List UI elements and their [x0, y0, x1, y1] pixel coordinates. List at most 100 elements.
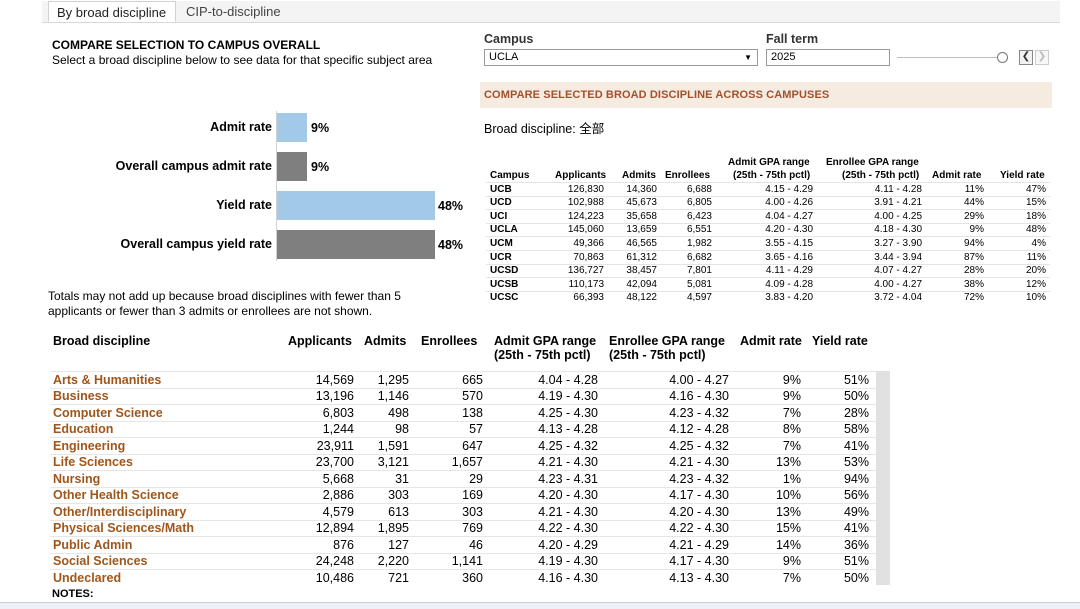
discipline-name-link[interactable]: Nursing — [53, 472, 100, 486]
table-cell: 13% — [775, 455, 801, 469]
table-cell: 4.17 - 4.30 — [669, 488, 729, 502]
table-cell: 4.21 - 4.30 — [538, 504, 598, 519]
notes-label: NOTES: — [52, 588, 94, 600]
discipline-name-link[interactable]: Business — [53, 389, 109, 403]
table-cell: 10% — [775, 488, 801, 502]
table-cell: 136,727 — [567, 265, 604, 277]
table-cell: 49,366 — [573, 237, 604, 249]
campus-name-cell: UCB — [490, 183, 512, 195]
table-scrollbar[interactable] — [876, 371, 890, 585]
table-cell: 38,457 — [626, 265, 657, 277]
table-cell: 36% — [843, 537, 869, 552]
table-cell: 72% — [963, 292, 984, 304]
table-cell: 49% — [843, 504, 869, 519]
table-cell: 4.22 - 4.30 — [669, 521, 729, 535]
table-cell: 50% — [843, 570, 869, 585]
table-cell: 4.22 - 4.30 — [538, 521, 598, 535]
table-cell: 6,803 — [322, 405, 354, 420]
table-row[interactable]: Arts & Humanities 14,569 1,295 665 4.04 - 4.… — [50, 371, 876, 389]
table-cell: 48% — [1025, 224, 1046, 236]
table-row[interactable]: UCSC 66,393 48,122 4,597 3.83 - 4.20 3.72 - 4… — [486, 290, 1050, 306]
col-header-campus: Campus — [490, 170, 530, 181]
campus-select-value: UCLA — [489, 51, 519, 63]
discipline-name-link[interactable]: Undeclared — [53, 571, 121, 585]
table-row[interactable]: Business 13,196 1,146 570 4.19 - 4.30 4.16 - … — [50, 387, 876, 406]
discipline-name-link[interactable]: Physical Sciences/Math — [53, 521, 194, 535]
table-row[interactable]: Public Admin 876 127 46 4.20 - 4.29 4.21 - 4.… — [50, 536, 876, 554]
table-row[interactable]: UCI 124,223 35,658 6,423 4.04 - 4.27 4.00 - 4… — [486, 209, 1050, 224]
table-cell: 44% — [963, 197, 984, 209]
col-header-yield-rate: Yield rate — [812, 334, 868, 348]
term-slider-track[interactable] — [897, 57, 1001, 58]
discipline-name-link[interactable]: Education — [53, 422, 113, 436]
table-cell: 665 — [462, 372, 483, 387]
tab-by-broad-discipline[interactable]: By broad discipline — [48, 1, 176, 22]
table-row[interactable]: Other Health Science 2,886 303 169 4.20 - 4.… — [50, 486, 876, 505]
discipline-name-link[interactable]: Life Sciences — [53, 455, 133, 469]
discipline-name-link[interactable]: Other/Interdisciplinary — [53, 505, 186, 519]
discipline-name-link[interactable]: Social Sciences — [53, 554, 148, 568]
table-row[interactable]: Undeclared 10,486 721 360 4.16 - 4.30 4.13 - … — [50, 569, 876, 587]
broad-discipline-selection: Broad discipline: 全部 — [484, 122, 605, 136]
table-cell: 126,830 — [567, 183, 604, 195]
tab-cip-to-discipline[interactable]: CIP-to-discipline — [178, 1, 294, 22]
table-row[interactable]: Engineering 23,911 1,591 647 4.25 - 4.32 4.25… — [50, 437, 876, 455]
table-cell: 4.25 - 4.32 — [538, 438, 598, 453]
discipline-name-link[interactable]: Computer Science — [53, 406, 163, 420]
discipline-name-link[interactable]: Engineering — [53, 439, 125, 453]
table-row[interactable]: Nursing 5,668 31 29 4.23 - 4.31 4.23 - 4.32 1%… — [50, 470, 876, 488]
compare-title: COMPARE SELECTION TO CAMPUS OVERALL — [52, 38, 321, 52]
table-row[interactable]: UCSB 110,173 42,094 5,081 4.09 - 4.28 4.00 - … — [486, 277, 1050, 292]
previous-term-icon[interactable]: ❮ — [1019, 50, 1033, 65]
table-cell: 56% — [843, 488, 869, 502]
table-row[interactable]: UCD 102,988 45,673 6,805 4.00 - 4.26 3.91 - 4… — [486, 195, 1050, 211]
table-row[interactable]: Life Sciences 23,700 3,121 1,657 4.21 - 4.30… — [50, 453, 876, 472]
table-cell: 51% — [843, 372, 869, 387]
table-cell: 4.04 - 4.27 — [765, 210, 813, 222]
col-header-enrollee-gpa: Enrollee GPA range — [826, 157, 919, 168]
table-row[interactable]: UCSD 136,727 38,457 7,801 4.11 - 4.29 4.07 - … — [486, 263, 1050, 279]
table-cell: 4.00 - 4.27 — [874, 278, 922, 290]
table-row[interactable]: Physical Sciences/Math 12,894 1,895 769 4.22… — [50, 519, 876, 538]
bar[interactable] — [277, 113, 307, 142]
table-row[interactable]: Social Sciences 24,248 2,220 1,141 4.19 - 4.… — [50, 552, 876, 571]
table-cell: 11% — [964, 183, 984, 195]
fall-term-label: Fall term — [766, 32, 819, 46]
table-cell: 4.11 - 4.29 — [765, 265, 813, 277]
table-row[interactable]: UCLA 145,060 13,659 6,551 4.20 - 4.30 4.18 - … — [486, 222, 1050, 238]
discipline-name-link[interactable]: Other Health Science — [53, 488, 179, 502]
table-cell: 70,863 — [573, 251, 604, 263]
table-row[interactable]: Computer Science 6,803 498 138 4.25 - 4.30 4.… — [50, 404, 876, 422]
bar-value-label: 9% — [311, 160, 330, 174]
bar[interactable] — [277, 191, 435, 220]
campus-select[interactable]: UCLA ▼ — [484, 49, 758, 66]
table-cell: 4.00 - 4.25 — [874, 210, 922, 222]
col-header-broad-discipline: Broad discipline — [53, 334, 151, 348]
bar-value-label: 48% — [438, 199, 464, 213]
col-header-admit-rate: Admit rate — [932, 170, 982, 181]
table-row[interactable]: UCR 70,863 61,312 6,682 3.65 - 4.16 3.44 - 3.… — [486, 250, 1050, 265]
next-term-icon[interactable]: ❯ — [1035, 50, 1049, 65]
table-cell: 10% — [1025, 292, 1046, 304]
table-cell: 94% — [843, 471, 869, 486]
table-cell: 6,805 — [686, 197, 712, 209]
table-row[interactable]: UCM 49,366 46,565 1,982 3.55 - 4.15 3.27 - 3.… — [486, 236, 1050, 251]
fall-term-input[interactable]: 2025 — [766, 49, 890, 66]
table-cell: 29 — [469, 471, 483, 486]
campus-name-cell: UCM — [490, 237, 513, 249]
table-row[interactable]: Other/Interdisciplinary 4,579 613 303 4.21 -… — [50, 503, 876, 521]
table-cell: 2,220 — [377, 554, 409, 568]
table-cell: 87% — [963, 251, 984, 263]
term-slider-handle[interactable] — [997, 52, 1008, 63]
table-cell: 3.83 - 4.20 — [765, 292, 813, 304]
table-row[interactable]: Education 1,244 98 57 4.13 - 4.28 4.12 - 4.28… — [50, 420, 876, 439]
discipline-name-link[interactable]: Arts & Humanities — [53, 373, 161, 387]
table-row[interactable]: UCB 126,830 14,360 6,688 4.15 - 4.29 4.11 - 4… — [486, 182, 1050, 197]
bar[interactable] — [277, 152, 307, 181]
table-cell: 41% — [843, 521, 869, 535]
bar[interactable] — [277, 230, 435, 259]
table-cell: 13,196 — [315, 389, 354, 403]
discipline-name-link[interactable]: Public Admin — [53, 538, 132, 552]
table-cell: 102,988 — [567, 197, 604, 209]
table-cell: 110,173 — [568, 278, 604, 290]
